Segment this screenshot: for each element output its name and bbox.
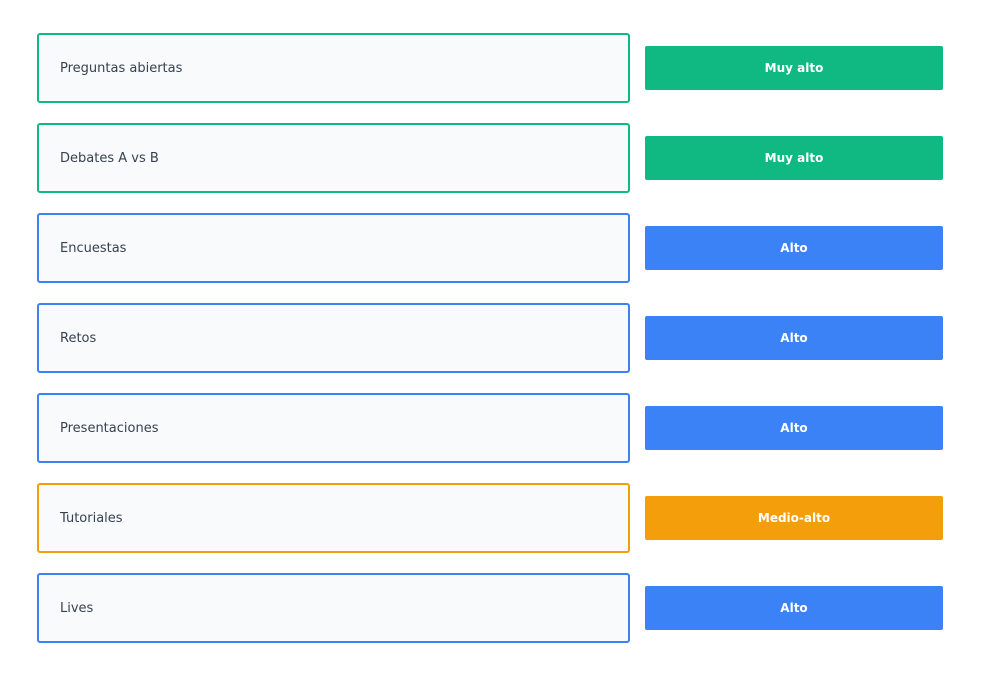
content-type-card: Retos: [37, 303, 630, 373]
content-type-label: Presentaciones: [60, 420, 159, 436]
content-engagement-list: Preguntas abiertas Muy alto Debates A vs…: [37, 33, 944, 663]
content-type-card: Tutoriales: [37, 483, 630, 553]
content-type-card: Preguntas abiertas: [37, 33, 630, 103]
content-type-label: Encuestas: [60, 240, 127, 256]
content-type-label: Preguntas abiertas: [60, 60, 183, 76]
list-item: Presentaciones Alto: [37, 393, 944, 463]
content-type-card: Encuestas: [37, 213, 630, 283]
content-type-card: Presentaciones: [37, 393, 630, 463]
list-item: Preguntas abiertas Muy alto: [37, 33, 944, 103]
engagement-level-badge: Alto: [645, 226, 943, 270]
content-type-label: Retos: [60, 330, 97, 346]
list-item: Retos Alto: [37, 303, 944, 373]
engagement-level-badge: Alto: [645, 316, 943, 360]
list-item: Lives Alto: [37, 573, 944, 643]
engagement-level-badge: Muy alto: [645, 46, 943, 90]
engagement-level-badge: Alto: [645, 586, 943, 630]
content-type-label: Tutoriales: [60, 510, 123, 526]
list-item: Debates A vs B Muy alto: [37, 123, 944, 193]
list-item: Tutoriales Medio-alto: [37, 483, 944, 553]
engagement-level-badge: Alto: [645, 406, 943, 450]
content-type-card: Lives: [37, 573, 630, 643]
content-type-card: Debates A vs B: [37, 123, 630, 193]
list-item: Encuestas Alto: [37, 213, 944, 283]
content-type-label: Debates A vs B: [60, 150, 159, 166]
content-type-label: Lives: [60, 600, 94, 616]
engagement-level-badge: Muy alto: [645, 136, 943, 180]
engagement-level-badge: Medio-alto: [645, 496, 943, 540]
